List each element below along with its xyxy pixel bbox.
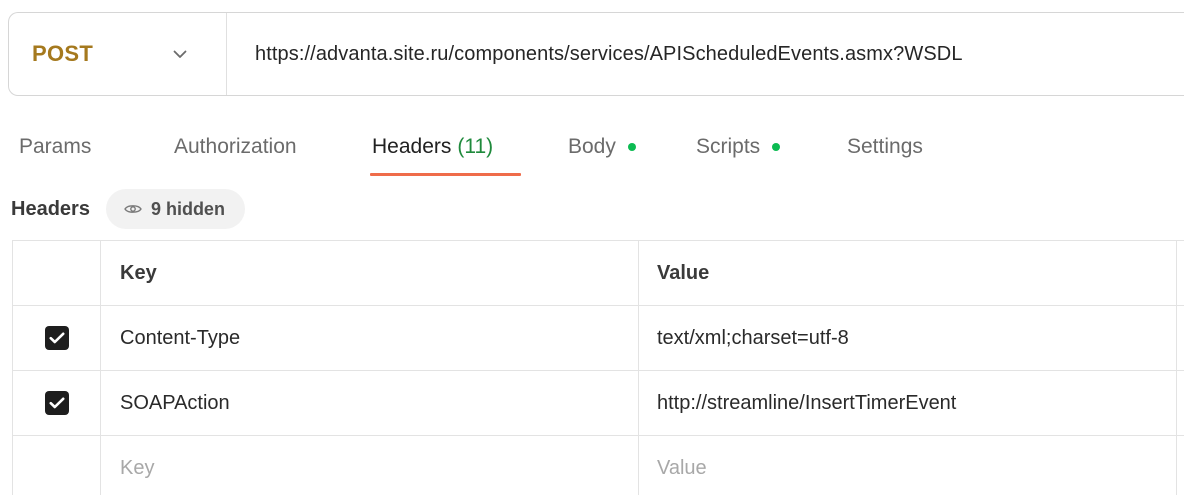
header-key-cell[interactable]: SOAPAction	[101, 371, 639, 435]
tab-scripts-status-dot	[772, 143, 781, 151]
headers-toolbar: Headers 9 hidden	[0, 186, 1184, 232]
header-key-cell[interactable]: Content-Type	[101, 306, 639, 370]
tab-headers-label: Headers	[372, 135, 452, 158]
table-row: SOAPAction http://streamline/InsertTimer…	[13, 371, 1184, 436]
checkmark-icon	[49, 397, 64, 409]
postman-request-editor: POST Params Authorization Headers (11) B…	[0, 0, 1184, 495]
new-header-row: Key Value	[13, 436, 1184, 495]
tab-params-label: Params	[19, 135, 92, 158]
tab-body[interactable]: Body	[568, 120, 636, 174]
value-column-header: Value	[639, 241, 1177, 305]
table-row: Content-Type text/xml;charset=utf-8	[13, 306, 1184, 371]
tab-scripts-label: Scripts	[696, 135, 761, 158]
eye-icon	[124, 203, 142, 215]
request-bar: POST	[8, 12, 1184, 96]
tab-authorization-label: Authorization	[174, 135, 297, 158]
checkmark-icon	[49, 332, 64, 344]
tab-settings-label: Settings	[847, 135, 923, 158]
row-checkbox-cell	[13, 371, 101, 435]
tab-headers-count: (11)	[457, 135, 494, 158]
request-tabs: Params Authorization Headers (11) Body S…	[0, 120, 1184, 180]
headers-section-title: Headers	[11, 197, 90, 220]
tab-body-label: Body	[568, 135, 616, 158]
tab-authorization[interactable]: Authorization	[174, 120, 297, 174]
row-checkbox[interactable]	[44, 326, 69, 350]
tab-params[interactable]: Params	[19, 120, 91, 174]
active-tab-underline	[370, 173, 521, 176]
row-checkbox-cell	[13, 436, 101, 495]
table-header-row: Key Value	[13, 241, 1184, 306]
tab-headers[interactable]: Headers (11)	[372, 120, 493, 174]
row-checkbox-cell	[13, 306, 101, 370]
tab-body-status-dot	[627, 143, 636, 151]
chevron-down-icon	[173, 50, 187, 59]
tab-scripts[interactable]: Scripts	[696, 120, 781, 174]
new-value-input[interactable]: Value	[639, 436, 1177, 495]
new-key-input[interactable]: Key	[101, 436, 639, 495]
tab-settings[interactable]: Settings	[847, 120, 923, 174]
method-select[interactable]: POST	[9, 13, 227, 95]
header-value-cell[interactable]: http://streamline/InsertTimerEvent	[639, 371, 1177, 435]
url-input[interactable]	[227, 13, 1184, 95]
hidden-headers-label: 9 hidden	[150, 198, 225, 219]
row-checkbox[interactable]	[44, 391, 69, 415]
checkbox-column-header	[13, 241, 101, 305]
headers-table: Key Value Content-Type text/xml;charset=…	[12, 240, 1184, 495]
method-label: POST	[32, 41, 94, 66]
header-value-cell[interactable]: text/xml;charset=utf-8	[639, 306, 1177, 370]
key-column-header: Key	[101, 241, 639, 305]
hidden-headers-toggle[interactable]: 9 hidden	[105, 189, 245, 229]
